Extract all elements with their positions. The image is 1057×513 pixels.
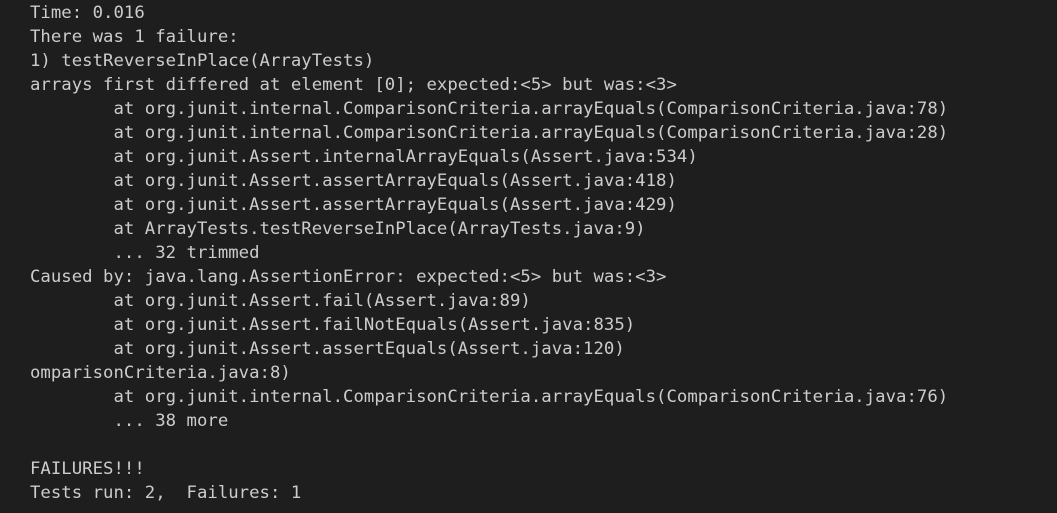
trimmed-frames-line: ... 32 trimmed bbox=[30, 243, 260, 263]
failure-message-line: arrays first differed at element [0]; ex… bbox=[30, 75, 677, 95]
failure-count-line: There was 1 failure: bbox=[30, 27, 239, 47]
wrapped-output-line: omparisonCriteria.java:8) bbox=[30, 363, 291, 383]
stack-trace-line: at org.junit.Assert.failNotEquals(Assert… bbox=[30, 315, 636, 335]
stack-trace-line: at org.junit.Assert.assertEquals(Assert.… bbox=[30, 339, 625, 359]
test-summary-line: Tests run: 2, Failures: 1 bbox=[30, 483, 302, 503]
stack-trace-line: at org.junit.internal.ComparisonCriteria… bbox=[30, 387, 949, 407]
stack-trace-line: at ArrayTests.testReverseInPlace(ArrayTe… bbox=[30, 219, 646, 239]
failures-banner-line: FAILURES!!! bbox=[30, 459, 145, 479]
more-frames-line: ... 38 more bbox=[30, 411, 229, 431]
stack-trace-line: at org.junit.Assert.fail(Assert.java:89) bbox=[30, 291, 531, 311]
terminal-output[interactable]: Time: 0.016 There was 1 failure: 1) test… bbox=[0, 0, 1057, 513]
time-line: Time: 0.016 bbox=[30, 3, 145, 23]
failed-test-name-line: 1) testReverseInPlace(ArrayTests) bbox=[30, 51, 375, 71]
stack-trace-line: at org.junit.internal.ComparisonCriteria… bbox=[30, 99, 949, 119]
stack-trace-line: at org.junit.Assert.internalArrayEquals(… bbox=[30, 147, 698, 167]
stack-trace-line: at org.junit.internal.ComparisonCriteria… bbox=[30, 123, 949, 143]
caused-by-line: Caused by: java.lang.AssertionError: exp… bbox=[30, 267, 667, 287]
stack-trace-line: at org.junit.Assert.assertArrayEquals(As… bbox=[30, 195, 677, 215]
stack-trace-line: at org.junit.Assert.assertArrayEquals(As… bbox=[30, 171, 677, 191]
